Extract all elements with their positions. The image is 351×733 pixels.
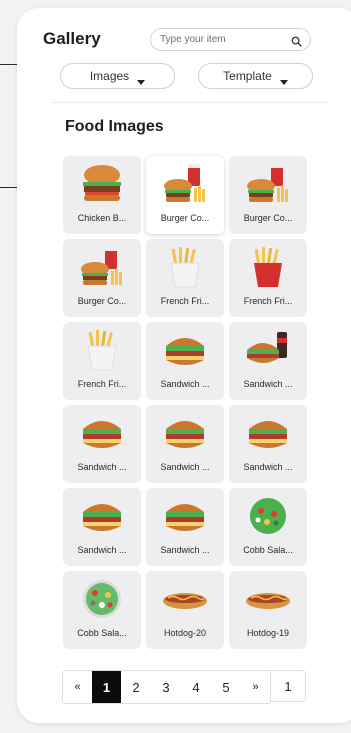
gallery-item[interactable]: Sandwich ... bbox=[63, 405, 141, 483]
gallery-item-label: French Fri... bbox=[243, 296, 293, 306]
fries-white-icon bbox=[160, 245, 210, 289]
pagination-page-1[interactable]: 1 bbox=[92, 671, 121, 703]
gallery-item[interactable]: Burger Co... bbox=[229, 156, 307, 234]
gallery-item[interactable]: French Fri... bbox=[146, 239, 224, 317]
sandwich-icon bbox=[77, 494, 127, 538]
gallery-item-label: Cobb Sala... bbox=[243, 545, 293, 555]
gallery-item[interactable]: Cobb Sala... bbox=[229, 488, 307, 566]
header-divider bbox=[52, 102, 327, 103]
gallery-item-label: Burger Co... bbox=[160, 213, 210, 223]
burger-combo-icon bbox=[160, 162, 210, 206]
gallery-item[interactable]: Chicken B... bbox=[63, 156, 141, 234]
hotdog-icon bbox=[160, 577, 210, 621]
gallery-item[interactable]: Sandwich ... bbox=[146, 405, 224, 483]
gallery-item[interactable]: Sandwich ... bbox=[229, 322, 307, 400]
salad-icon bbox=[243, 494, 293, 538]
fries-red-icon bbox=[243, 245, 293, 289]
gallery-item[interactable]: Burger Co... bbox=[146, 156, 224, 234]
sandwich-icon bbox=[160, 328, 210, 372]
search-box[interactable] bbox=[150, 28, 311, 51]
chevron-down-icon bbox=[279, 74, 288, 85]
pagination-page-2[interactable]: 2 bbox=[121, 671, 151, 703]
gallery-item-label: Hotdog-20 bbox=[163, 628, 207, 638]
pagination-prev[interactable]: « bbox=[63, 671, 92, 703]
images-dropdown[interactable]: Images bbox=[60, 63, 175, 89]
gallery-item[interactable]: Hotdog-20 bbox=[146, 571, 224, 649]
pagination-next[interactable]: » bbox=[241, 671, 270, 703]
pagination-page-input[interactable]: 1 bbox=[270, 670, 306, 702]
gallery-item[interactable]: French Fri... bbox=[63, 322, 141, 400]
sandwich-icon bbox=[243, 411, 293, 455]
gallery-item-label: Sandwich ... bbox=[160, 379, 210, 389]
template-dropdown-label: Template bbox=[223, 69, 272, 83]
template-dropdown[interactable]: Template bbox=[198, 63, 313, 89]
gallery-item[interactable]: Burger Co... bbox=[63, 239, 141, 317]
gallery-item[interactable]: Hotdog-19 bbox=[229, 571, 307, 649]
gallery-item-label: Cobb Sala... bbox=[77, 628, 127, 638]
sandwich-icon bbox=[160, 411, 210, 455]
burger-combo-icon bbox=[77, 245, 127, 289]
sandwich-icon bbox=[77, 411, 127, 455]
gallery-item-label: French Fri... bbox=[160, 296, 210, 306]
chevron-down-icon bbox=[137, 74, 146, 85]
search-input[interactable] bbox=[160, 34, 291, 45]
burger-combo-icon bbox=[243, 162, 293, 206]
gallery-item[interactable]: Sandwich ... bbox=[146, 488, 224, 566]
gallery-item[interactable]: French Fri... bbox=[229, 239, 307, 317]
fries-white-icon bbox=[77, 328, 127, 372]
gallery-item[interactable]: Sandwich ... bbox=[63, 488, 141, 566]
section-title: Food Images bbox=[65, 118, 164, 135]
gallery-item-label: Sandwich ... bbox=[160, 545, 210, 555]
gallery-item-label: Sandwich ... bbox=[77, 462, 127, 472]
pagination-page-3[interactable]: 3 bbox=[151, 671, 181, 703]
pagination: « 1 2 3 4 5 » 1 bbox=[62, 670, 306, 704]
gallery-item-label: Chicken B... bbox=[77, 213, 127, 223]
page-title: Gallery bbox=[43, 29, 101, 48]
gallery-item-label: Sandwich ... bbox=[160, 462, 210, 472]
gallery-item[interactable]: Cobb Sala... bbox=[63, 571, 141, 649]
sandwich-drink-icon bbox=[243, 328, 293, 372]
gallery-item-label: French Fri... bbox=[77, 379, 127, 389]
gallery-item-label: Sandwich ... bbox=[77, 545, 127, 555]
gallery-item-label: Sandwich ... bbox=[243, 379, 293, 389]
gallery-item[interactable]: Sandwich ... bbox=[146, 322, 224, 400]
gallery-item-label: Hotdog-19 bbox=[246, 628, 290, 638]
hotdog-icon bbox=[243, 577, 293, 621]
gallery-item-label: Burger Co... bbox=[243, 213, 293, 223]
gallery-item-label: Burger Co... bbox=[77, 296, 127, 306]
pagination-page-4[interactable]: 4 bbox=[181, 671, 211, 703]
pagination-page-5[interactable]: 5 bbox=[211, 671, 241, 703]
search-icon[interactable] bbox=[291, 34, 302, 47]
images-dropdown-label: Images bbox=[89, 69, 130, 83]
sandwich-icon bbox=[160, 494, 210, 538]
salad-bowl-icon bbox=[77, 577, 127, 621]
gallery-item[interactable]: Sandwich ... bbox=[229, 405, 307, 483]
burger-icon bbox=[77, 162, 127, 206]
gallery-item-label: Sandwich ... bbox=[243, 462, 293, 472]
